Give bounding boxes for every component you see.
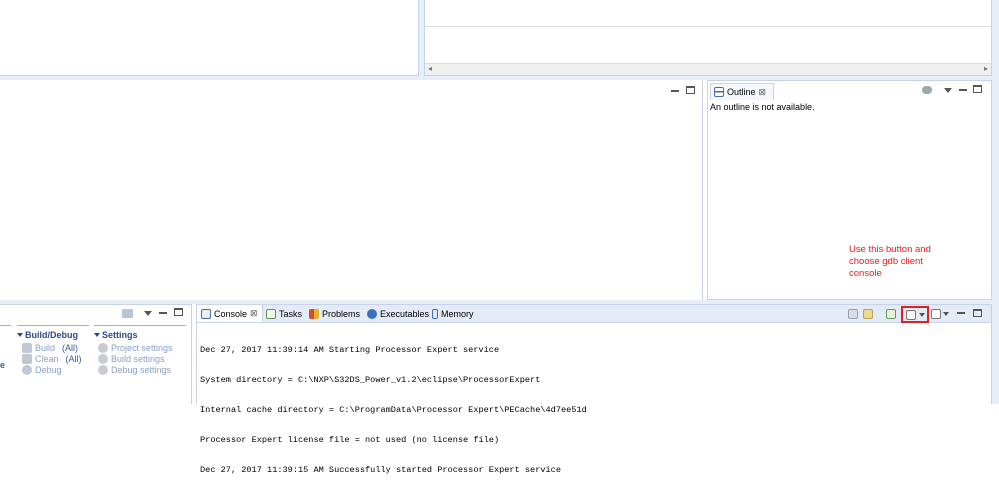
annotation-line: Use this button and (849, 244, 931, 255)
console-minimize-icon[interactable] (957, 308, 965, 314)
clean-scope[interactable]: (All) (66, 354, 82, 364)
outline-tab[interactable]: Outline ⊠ (710, 83, 774, 100)
outline-maximize-icon[interactable] (973, 85, 982, 93)
top-left-pane (0, 0, 419, 76)
settings-section: Settings Project settings Build settings… (94, 325, 186, 375)
horizontal-scrollbar[interactable]: ◂ ▸ (425, 63, 991, 75)
quick-launch-maximize-icon[interactable] (174, 308, 183, 316)
debug-settings-label: Debug settings (111, 365, 172, 375)
build-debug-header-rule (17, 325, 89, 326)
open-console-dropdown-icon[interactable] (919, 312, 925, 317)
tab-console-label: Console (214, 308, 248, 319)
executables-icon (367, 308, 377, 319)
clean-label: Clean (35, 354, 59, 364)
hammer-icon (22, 343, 32, 353)
clear-console-icon[interactable] (848, 309, 858, 319)
memory-icon (432, 308, 438, 319)
build-settings-label: Build settings (111, 354, 165, 364)
outline-view: Outline ⊠ An outline is not available. U… (707, 80, 992, 300)
debug-item[interactable]: Debug (17, 365, 89, 375)
top-right-inner-divider (425, 26, 991, 27)
build-scope[interactable]: (All) (62, 343, 78, 353)
editor-maximize-icon[interactable] (686, 86, 695, 94)
console-line: Processor Expert license file = not used… (200, 435, 500, 445)
editor-pane (0, 80, 703, 300)
tab-problems-label: Problems (322, 308, 361, 319)
tasks-icon (266, 308, 276, 319)
open-console-button-highlight[interactable] (901, 306, 929, 323)
build-debug-collapse-icon[interactable] (17, 333, 23, 337)
quick-launch-minimize-icon[interactable] (159, 308, 167, 314)
right-edge-band (992, 0, 999, 404)
tab-tasks-label: Tasks (279, 308, 303, 319)
editor-minimize-icon[interactable] (671, 86, 679, 92)
tab-executables[interactable]: Executables (367, 305, 429, 322)
tab-console[interactable]: Console ⊠ (197, 305, 263, 322)
quick-launch-left-fragment: e (0, 360, 6, 370)
open-console-icon[interactable] (906, 309, 916, 320)
bug-icon (22, 365, 32, 375)
tab-tasks[interactable]: Tasks (266, 305, 302, 322)
broom-icon (22, 354, 32, 364)
debug-settings-item[interactable]: Debug settings (94, 365, 186, 375)
scroll-lock-icon[interactable] (863, 309, 873, 319)
settings-header[interactable]: Settings (94, 330, 186, 340)
build-settings-item[interactable]: Build settings (94, 354, 186, 364)
quick-launch-view-menu-icon[interactable] (144, 311, 152, 316)
settings-label: Settings (102, 330, 138, 340)
build-debug-label: Build/Debug (25, 330, 78, 340)
project-settings-label: Project settings (111, 343, 173, 353)
tab-memory[interactable]: Memory (432, 305, 474, 322)
scroll-left-icon[interactable]: ◂ (428, 64, 432, 73)
pin-console-icon[interactable] (886, 309, 896, 319)
annotation-line: choose gdb client (849, 256, 923, 267)
console-icon (201, 308, 211, 319)
gear-icon (98, 343, 108, 353)
problems-icon (309, 308, 319, 319)
tab-console-close-icon[interactable]: ⊠ (250, 308, 258, 319)
annotation-note: Use this button and choose gdb client co… (849, 244, 931, 280)
console-line: Internal cache directory = C:\ProgramDat… (200, 405, 587, 415)
tab-executables-label: Executables (380, 308, 430, 319)
outline-icon (714, 87, 724, 97)
gear-icon (98, 354, 108, 364)
tab-memory-label: Memory (441, 308, 474, 319)
console-output[interactable]: Dec 27, 2017 11:39:14 AM Starting Proces… (200, 325, 587, 495)
build-debug-header[interactable]: Build/Debug (17, 330, 89, 340)
settings-header-rule (94, 325, 186, 326)
outline-empty-message: An outline is not available. (710, 102, 815, 112)
outline-options-icon[interactable] (922, 86, 932, 94)
quick-launch-toolbar-icon[interactable] (122, 309, 133, 318)
console-line: System directory = C:\NXP\S32DS_Power_v1… (200, 375, 541, 385)
clean-item[interactable]: Clean (All) (17, 354, 89, 364)
display-selected-console-icon[interactable] (931, 309, 941, 319)
console-tab-bar: Console ⊠ Tasks Problems Executables Mem… (197, 305, 991, 323)
build-debug-section: Build/Debug Build (All) Clean (All) Debu… (17, 325, 89, 375)
outline-close-icon[interactable]: ⊠ (759, 87, 767, 98)
quick-launch-left-divider (0, 325, 11, 326)
quick-launch-view: e Build/Debug Build (All) Clean (All) De… (0, 304, 192, 404)
tab-problems[interactable]: Problems (309, 305, 360, 322)
annotation-line: console (849, 268, 882, 279)
outline-minimize-icon[interactable] (959, 85, 967, 91)
console-line: Dec 27, 2017 11:39:15 AM Successfully st… (200, 465, 561, 475)
build-item[interactable]: Build (All) (17, 343, 89, 353)
settings-collapse-icon[interactable] (94, 333, 100, 337)
outline-tab-label: Outline (727, 87, 756, 97)
build-label: Build (35, 343, 56, 353)
display-console-dropdown-icon[interactable] (943, 312, 949, 316)
outline-view-menu-icon[interactable] (944, 88, 952, 93)
console-maximize-icon[interactable] (973, 309, 982, 317)
scroll-right-icon[interactable]: ▸ (984, 64, 988, 73)
top-right-pane: ◂ ▸ (424, 0, 992, 76)
gear-icon (98, 365, 108, 375)
console-view: Console ⊠ Tasks Problems Executables Mem… (196, 304, 992, 475)
console-line: Dec 27, 2017 11:39:14 AM Starting Proces… (200, 345, 500, 355)
debug-label: Debug (35, 365, 62, 375)
project-settings-item[interactable]: Project settings (94, 343, 186, 353)
